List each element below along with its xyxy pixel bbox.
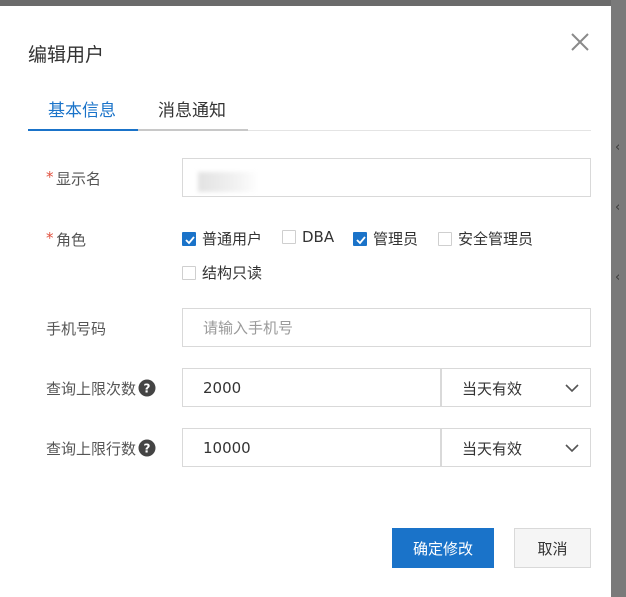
phone-input[interactable] <box>182 308 591 347</box>
required-marker: * <box>46 229 54 247</box>
dialog-title: 编辑用户 <box>28 44 105 66</box>
backdrop-glyph: ‹ <box>615 200 621 215</box>
question-circle-icon[interactable]: ? <box>138 439 156 457</box>
role-option-schema-readonly[interactable]: 结构只读 <box>182 262 262 283</box>
query-limit-rows-label: 查询上限行数? <box>46 438 156 459</box>
backdrop-glyph: ‹ <box>615 140 621 155</box>
checkbox[interactable] <box>182 265 196 280</box>
page-backdrop: ‹ ‹ ‹ <box>611 0 626 597</box>
checkmark-icon <box>185 235 195 244</box>
tab-divider <box>138 129 248 131</box>
role-option-normal-user[interactable]: 普通用户 <box>182 228 262 249</box>
tab-message-notification[interactable]: 消息通知 <box>158 96 226 121</box>
role-option-dba[interactable]: DBA <box>282 228 334 246</box>
checkbox[interactable] <box>282 230 296 244</box>
role-option-admin[interactable]: 管理员 <box>353 228 418 249</box>
query-limit-rows-period-select[interactable]: 当天有效 <box>441 428 591 467</box>
select-value: 当天有效 <box>462 380 523 398</box>
phone-label: 手机号码 <box>46 320 107 338</box>
checkbox[interactable] <box>438 231 452 246</box>
cancel-button[interactable]: 取消 <box>514 528 591 568</box>
checkbox[interactable] <box>182 231 196 246</box>
query-limit-count-period-select[interactable]: 当天有效 <box>441 368 591 407</box>
query-limit-count-input[interactable] <box>182 368 441 407</box>
role-option-security-admin[interactable]: 安全管理员 <box>438 228 533 249</box>
confirm-edit-button[interactable]: 确定修改 <box>392 528 494 568</box>
active-tab-indicator <box>28 129 138 131</box>
required-marker: * <box>46 168 54 186</box>
query-limit-count-label: 查询上限次数? <box>46 378 156 399</box>
select-value: 当天有效 <box>462 440 523 458</box>
svg-text:?: ? <box>144 442 151 456</box>
chevron-down-icon <box>565 384 579 393</box>
edit-user-dialog: 编辑用户 基本信息 消息通知 * 显示名 * 角色 普通用户 DBA 管理员 安… <box>0 6 611 597</box>
question-circle-icon[interactable]: ? <box>138 379 156 397</box>
query-limit-rows-input[interactable] <box>182 428 441 467</box>
display-name-label: * 显示名 <box>46 168 102 188</box>
redacted-display-name <box>198 172 258 192</box>
tab-basic-info[interactable]: 基本信息 <box>48 96 116 121</box>
tab-bar: 基本信息 消息通知 <box>28 88 591 131</box>
role-label: * 角色 <box>46 229 87 249</box>
close-icon[interactable] <box>568 30 592 54</box>
chevron-down-icon <box>565 444 579 453</box>
svg-text:?: ? <box>144 382 151 396</box>
backdrop-glyph: ‹ <box>615 270 621 285</box>
checkmark-icon <box>356 235 366 244</box>
checkbox[interactable] <box>353 231 367 246</box>
